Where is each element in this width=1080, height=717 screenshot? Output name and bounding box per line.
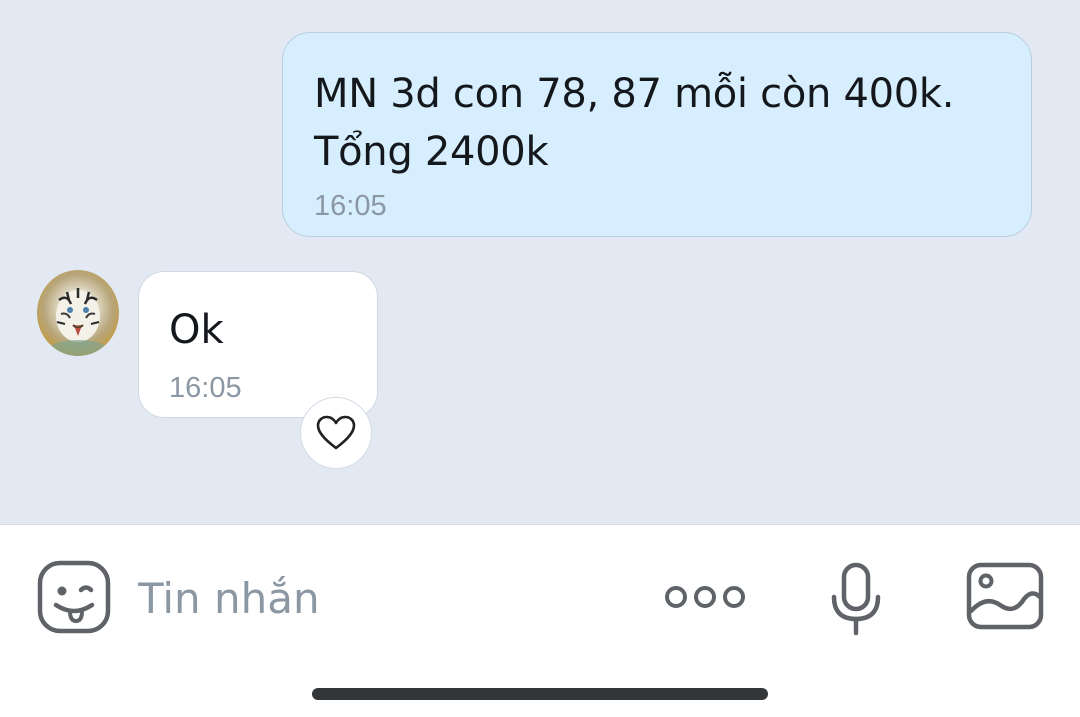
tiger-avatar-image bbox=[48, 288, 108, 356]
microphone-icon bbox=[831, 562, 881, 636]
heart-outline-icon bbox=[316, 415, 356, 450]
more-options-button[interactable] bbox=[660, 577, 750, 617]
emoji-sticker-icon bbox=[37, 560, 111, 634]
voice-message-button[interactable] bbox=[826, 561, 886, 637]
image-gallery-icon bbox=[966, 562, 1044, 630]
send-image-button[interactable] bbox=[964, 561, 1046, 631]
message-text: MN 3d con 78, 87 mỗi còn 400k. Tổng 2400… bbox=[314, 71, 955, 175]
message-text: Ok bbox=[169, 307, 224, 353]
more-options-icon bbox=[665, 586, 745, 608]
contact-avatar[interactable] bbox=[37, 270, 119, 356]
message-composer bbox=[0, 524, 1080, 717]
outgoing-message-bubble[interactable]: MN 3d con 78, 87 mỗi còn 400k. Tổng 2400… bbox=[282, 32, 1032, 237]
message-input[interactable] bbox=[138, 565, 618, 631]
sticker-button[interactable] bbox=[36, 559, 112, 635]
chat-area[interactable]: MN 3d con 78, 87 mỗi còn 400k. Tổng 2400… bbox=[0, 0, 1080, 524]
home-indicator bbox=[312, 688, 768, 700]
incoming-message-bubble[interactable]: Ok 16:05 bbox=[138, 271, 378, 418]
message-timestamp: 16:05 bbox=[314, 190, 387, 222]
message-timestamp: 16:05 bbox=[169, 372, 242, 404]
react-heart-button[interactable] bbox=[300, 397, 372, 469]
